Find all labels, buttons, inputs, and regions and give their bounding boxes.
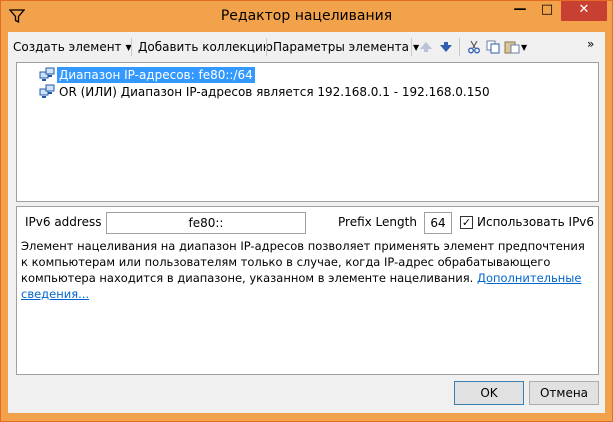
description-text: Элемент нацеливания на диапазон IP-адрес… <box>21 238 591 302</box>
toolbar-separator <box>459 38 460 56</box>
paste-dropdown-icon[interactable]: ▼ <box>521 37 527 59</box>
create-item-label: Создать элемент <box>13 40 122 54</box>
toolbar-separator <box>411 38 412 56</box>
create-item-menu[interactable]: Создать элемент ▼ <box>13 36 132 58</box>
title-bar[interactable]: Редактор нацеливания — □ ✕ <box>1 1 612 31</box>
cut-icon[interactable] <box>466 40 482 54</box>
tree-item-label: Диапазон IP-адресов: fe80::/64 <box>57 67 255 83</box>
close-button[interactable]: ✕ <box>561 1 607 21</box>
paste-icon[interactable] <box>504 40 520 54</box>
move-up-icon[interactable] <box>418 40 434 54</box>
item-options-label: Параметры элемента <box>273 40 409 54</box>
move-down-icon[interactable] <box>438 40 454 54</box>
tree-item-label: OR (ИЛИ) Диапазон IP-адресов является 19… <box>59 85 490 99</box>
minimize-button[interactable]: — <box>507 1 533 21</box>
ipv6-address-input[interactable]: fe80:: <box>106 212 306 234</box>
computer-network-icon <box>39 84 55 98</box>
prefix-length-label: Prefix Length <box>338 215 417 229</box>
toolbar-separator <box>131 38 132 56</box>
add-collection-label: Добавить коллекцию <box>138 40 273 54</box>
copy-icon[interactable] <box>485 40 501 54</box>
dialog-client-area: Создать элемент ▼ Добавить коллекцию Пара… <box>8 32 605 413</box>
targeting-items-tree[interactable]: Диапазон IP-адресов: fe80::/64 OR (ИЛИ) … <box>16 62 599 202</box>
add-collection-button[interactable]: Добавить коллекцию <box>138 36 273 58</box>
item-options-menu[interactable]: Параметры элемента ▼ <box>273 36 419 58</box>
toolbar: Создать элемент ▼ Добавить коллекцию Пара… <box>8 32 605 62</box>
use-ipv6-checkbox[interactable]: ✓ <box>460 216 473 229</box>
maximize-button[interactable]: □ <box>534 1 560 21</box>
use-ipv6-label[interactable]: Использовать IPv6 <box>477 215 594 229</box>
ok-button[interactable]: OK <box>454 381 524 405</box>
targeting-editor-window: Редактор нацеливания — □ ✕ Создать элеме… <box>0 0 613 422</box>
toolbar-overflow-icon[interactable]: » <box>587 33 594 55</box>
cancel-button[interactable]: Отмена <box>529 381 599 405</box>
properties-panel: IPv6 address fe80:: Prefix Length 64 ✓ И… <box>16 206 599 375</box>
prefix-length-input[interactable]: 64 <box>424 212 452 234</box>
computer-network-icon <box>39 67 55 81</box>
ipv6-address-label: IPv6 address <box>25 215 102 229</box>
toolbar-separator <box>266 38 267 56</box>
